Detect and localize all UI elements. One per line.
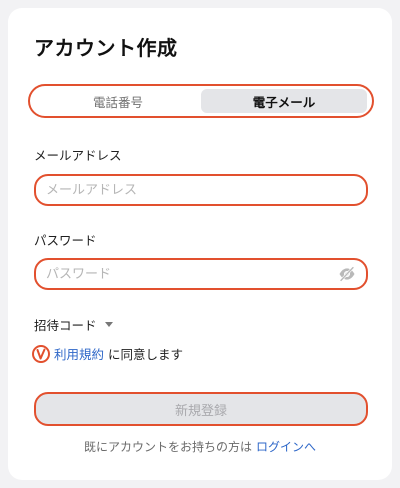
terms-link[interactable]: 利用規約: [54, 344, 104, 363]
terms-checkbox[interactable]: [32, 344, 50, 363]
register-button[interactable]: 新規登録: [34, 392, 368, 426]
password-field-wrapper: [34, 258, 368, 290]
password-input[interactable]: [46, 266, 338, 282]
tab-email[interactable]: 電子メール: [201, 89, 367, 113]
login-link[interactable]: ログインへ: [256, 440, 316, 454]
email-field-wrapper: [34, 174, 368, 206]
email-label: メールアドレス: [34, 148, 122, 163]
agreement-text: に同意します: [108, 347, 184, 362]
login-prompt: 既にアカウントをお持ちの方は ログインへ: [8, 438, 392, 455]
caret-down-icon: [104, 322, 113, 327]
invite-code-label: 招待コード: [34, 318, 97, 333]
contact-method-tabs: 電話番号 電子メール: [28, 84, 374, 118]
tab-phone[interactable]: 電話番号: [35, 89, 201, 113]
invite-code-toggle[interactable]: 招待コード: [34, 315, 113, 334]
password-label: パスワード: [34, 233, 97, 248]
email-input[interactable]: [46, 182, 356, 198]
signup-card: アカウント作成 電話番号 電子メール メールアドレス パスワード 招待コード: [8, 8, 392, 480]
eye-off-icon[interactable]: [338, 265, 356, 283]
page-title: アカウント作成: [34, 36, 178, 60]
terms-agreement: 利用規約 に同意します: [32, 344, 183, 363]
check-mark-icon: [36, 348, 46, 359]
login-prompt-text: 既にアカウントをお持ちの方は: [83, 440, 252, 454]
